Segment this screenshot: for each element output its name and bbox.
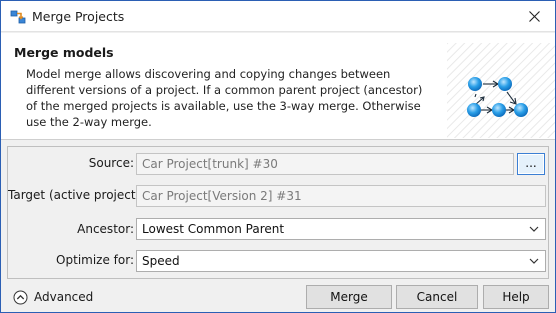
merge-app-icon [10, 9, 26, 25]
source-label: Source: [88, 156, 134, 170]
chevron-down-icon [529, 226, 539, 232]
window-title: Merge Projects [32, 9, 125, 24]
ancestor-selected-value: Lowest Common Parent [142, 222, 285, 236]
chevron-down-icon [529, 258, 539, 264]
ancestor-label: Ancestor: [77, 222, 134, 236]
merge-projects-dialog: Merge Projects Merge models Model merge … [0, 0, 556, 313]
merge-options-panel: Source: Car Project[trunk] #30 ... Targe… [7, 146, 549, 279]
optimize-selected-value: Speed [142, 254, 180, 268]
chevron-up-circle-icon [13, 290, 28, 304]
browse-source-button[interactable]: ... [517, 153, 545, 175]
merge-graph-illustration [447, 43, 555, 138]
header-title: Merge models [14, 45, 114, 60]
advanced-label: Advanced [34, 290, 94, 304]
close-icon [528, 10, 540, 22]
title-bar: Merge Projects [1, 1, 555, 32]
close-button[interactable] [521, 4, 547, 28]
optimize-label: Optimize for: [56, 253, 134, 267]
optimize-select[interactable]: Speed [136, 250, 546, 272]
header-description: Model merge allows discovering and copyi… [26, 67, 423, 129]
source-field: Car Project[trunk] #30 [136, 153, 514, 175]
dialog-header: Merge models Model merge allows discover… [1, 33, 555, 140]
help-button[interactable]: Help [483, 285, 549, 309]
advanced-toggle[interactable]: Advanced [13, 288, 93, 306]
target-field: Car Project[Version 2] #31 [136, 185, 546, 207]
merge-button[interactable]: Merge [306, 285, 392, 309]
target-label: Target (active project): [8, 188, 145, 202]
ancestor-select[interactable]: Lowest Common Parent [136, 218, 546, 240]
cancel-button[interactable]: Cancel [396, 285, 478, 309]
